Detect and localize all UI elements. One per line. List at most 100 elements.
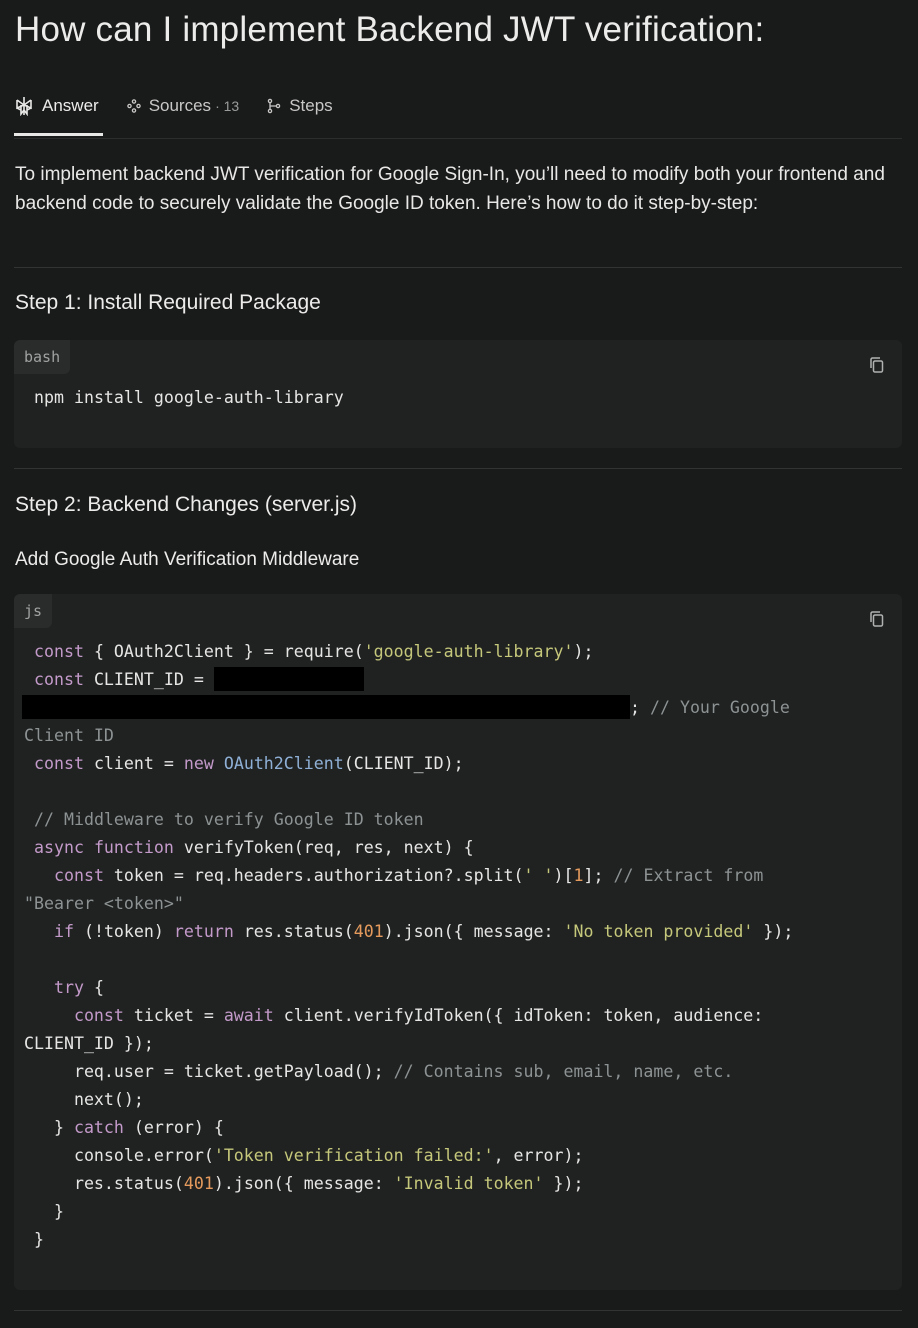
code-token: 'google-auth-library'	[363, 642, 574, 661]
code-token: // Contains sub, email, name, etc.	[393, 1062, 734, 1081]
code-token: ).json({ message:	[213, 1174, 394, 1193]
code-line: npm install google-auth-library	[34, 388, 344, 407]
tab-bar: Answer Sources · 13 Steps	[14, 88, 902, 139]
code-token: token = req.headers.authorization?.split…	[103, 866, 524, 885]
divider	[14, 468, 902, 469]
code-token: 401	[353, 922, 384, 941]
code-token: if	[53, 922, 74, 941]
code-line: }	[24, 1226, 793, 1254]
code-token: 401	[183, 1174, 214, 1193]
perplexity-icon	[16, 97, 32, 116]
code-line: CLIENT_ID });	[24, 1030, 793, 1058]
code-token: ticket =	[123, 1006, 224, 1025]
code-token: (!token)	[73, 922, 174, 941]
tab-sources-label: Sources	[148, 96, 212, 115]
code-token: const	[34, 754, 84, 773]
code-token: const	[34, 642, 84, 661]
code-token: // Middleware to verify Google ID token	[34, 810, 424, 829]
code-token: 'Invalid token'	[393, 1174, 544, 1193]
code-token: client =	[83, 754, 184, 773]
code-token: req.user = ticket.getPayload();	[24, 1062, 394, 1081]
code-line: res.status(401).json({ message: 'Invalid…	[24, 1170, 793, 1198]
code-token: Client ID	[24, 726, 114, 745]
divider	[14, 1310, 902, 1311]
code-language-label: bash	[14, 340, 71, 374]
tab-sources[interactable]: Sources · 13	[126, 88, 240, 124]
code-content: npm install google-auth-library	[24, 384, 344, 412]
code-token: });	[543, 1174, 584, 1193]
code-token: (error) {	[123, 1118, 224, 1137]
code-line: async function verifyToken(req, res, nex…	[24, 834, 793, 862]
code-line: req.user = ticket.getPayload(); // Conta…	[24, 1058, 793, 1086]
code-line: } catch (error) {	[24, 1114, 793, 1142]
code-content: const { OAuth2Client } = require('google…	[22, 638, 793, 1254]
divider	[14, 267, 902, 268]
code-token: catch	[73, 1118, 124, 1137]
code-token: try	[53, 978, 84, 997]
sources-count: · 13	[215, 98, 240, 114]
page-title: How can I implement Backend JWT verifica…	[15, 10, 765, 49]
code-token: client.verifyIdToken({ idToken: token, a…	[273, 1006, 764, 1025]
code-token: { OAuth2Client } = require(	[83, 642, 364, 661]
code-token: ;	[630, 698, 650, 717]
code-token: (CLIENT_ID);	[343, 754, 464, 773]
code-line: if (!token) return res.status(401).json(…	[24, 918, 793, 946]
steps-icon	[267, 98, 281, 114]
code-token: );	[573, 642, 594, 661]
code-token: const	[53, 866, 104, 885]
code-line: const { OAuth2Client } = require('google…	[24, 638, 793, 666]
step2-heading: Step 2: Backend Changes (server.js)	[15, 493, 358, 516]
code-token: CLIENT_ID });	[24, 1034, 154, 1053]
code-line: next();	[24, 1086, 793, 1114]
redacted-block	[22, 695, 630, 719]
code-token: res.status(	[233, 922, 354, 941]
tab-steps[interactable]: Steps	[267, 88, 333, 124]
step2-subheading: Add Google Auth Verification Middleware	[15, 549, 360, 570]
code-line: }	[24, 1198, 793, 1226]
code-token: async function	[34, 838, 174, 857]
copy-icon	[870, 357, 884, 373]
js-code-block: js const { OAuth2Client } = require('goo…	[14, 594, 902, 1290]
code-token: {	[83, 978, 104, 997]
code-line: const token = req.headers.authorization?…	[24, 862, 793, 890]
tab-answer[interactable]: Answer	[14, 88, 103, 136]
copy-button[interactable]	[868, 356, 886, 379]
tab-steps-label: Steps	[289, 96, 333, 115]
code-line: ; // Your Google	[22, 694, 793, 722]
code-token: )[	[553, 866, 574, 885]
code-line: "Bearer <token>"	[24, 890, 793, 918]
code-token: ' '	[523, 866, 554, 885]
code-token: const	[34, 670, 84, 689]
code-line: Client ID	[24, 722, 793, 750]
intro-paragraph: To implement backend JWT verification fo…	[15, 164, 885, 214]
code-token: ).json({ message:	[383, 922, 564, 941]
code-token: "Bearer <token>"	[24, 894, 184, 913]
code-token: // Your Google	[649, 698, 790, 717]
bash-code-block: bash npm install google-auth-library	[14, 340, 902, 448]
code-token: new	[183, 754, 214, 773]
tab-answer-label: Answer	[42, 96, 99, 115]
code-token: });	[753, 922, 794, 941]
code-token: const	[73, 1006, 124, 1025]
copy-button[interactable]	[868, 610, 886, 633]
code-line: const client = new OAuth2Client(CLIENT_I…	[24, 750, 793, 778]
code-token: // Extract from	[613, 866, 764, 885]
copy-icon	[870, 611, 884, 627]
code-token: 1	[573, 866, 584, 885]
code-line: console.error('Token verification failed…	[24, 1142, 793, 1170]
code-token: }	[24, 1202, 64, 1221]
code-token: ];	[583, 866, 614, 885]
code-token: return	[173, 922, 234, 941]
code-token: OAuth2Client	[223, 754, 344, 773]
code-token: }	[24, 1230, 44, 1249]
redacted-block	[213, 667, 364, 691]
